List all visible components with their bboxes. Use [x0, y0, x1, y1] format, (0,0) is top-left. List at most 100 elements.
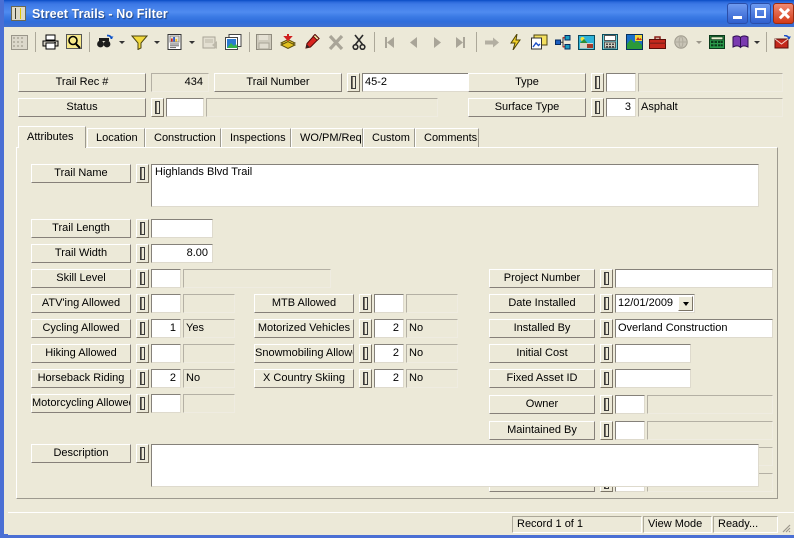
image-icon[interactable]: [576, 31, 598, 53]
hiking-allowed-lookup-button[interactable]: [136, 344, 149, 363]
snowmobiling-allowed-lookup-button[interactable]: [359, 344, 372, 363]
cut-icon[interactable]: [348, 31, 370, 53]
trail-name-lookup-button[interactable]: [136, 164, 149, 183]
find-icon[interactable]: [94, 31, 116, 53]
filter-icon[interactable]: [129, 31, 151, 53]
previous-record-icon[interactable]: [403, 31, 425, 53]
owner-code-input[interactable]: [615, 395, 645, 414]
duplicate-icon[interactable]: [223, 31, 245, 53]
snowmobiling-allowed-code-input[interactable]: 2: [374, 344, 404, 363]
map-icon[interactable]: [528, 31, 550, 53]
skill-level-code-input[interactable]: [151, 269, 181, 288]
maximize-button[interactable]: [750, 3, 771, 24]
search-dropdown-arrow[interactable]: [693, 31, 703, 53]
atving-allowed-code-input[interactable]: [151, 294, 181, 313]
trail-name-input[interactable]: Highlands Blvd Trail: [151, 164, 759, 207]
type-lookup-button[interactable]: [591, 73, 604, 92]
fixed-asset-id-input[interactable]: [615, 369, 691, 388]
horseback-riding-code-input[interactable]: 2: [151, 369, 181, 388]
print-icon[interactable]: [40, 31, 62, 53]
project-number-input[interactable]: [615, 269, 773, 288]
initial-cost-lookup-button[interactable]: [600, 344, 613, 363]
gis-icon[interactable]: [623, 31, 645, 53]
first-record-icon[interactable]: [379, 31, 401, 53]
trail-width-lookup-button[interactable]: [136, 244, 149, 263]
toolbox-icon[interactable]: [647, 31, 669, 53]
report-dropdown-arrow[interactable]: [187, 31, 197, 53]
export-icon[interactable]: [199, 31, 221, 53]
new-record-icon[interactable]: [277, 31, 299, 53]
installed-by-input[interactable]: Overland Construction: [615, 319, 773, 338]
maintained-by-code-input[interactable]: [615, 421, 645, 440]
trail-length-input[interactable]: [151, 219, 213, 238]
project-number-lookup-button[interactable]: [600, 269, 613, 288]
motorcycling-allowed-lookup-button[interactable]: [136, 394, 149, 413]
edit-icon[interactable]: [301, 31, 323, 53]
delete-icon[interactable]: [325, 31, 347, 53]
trail-number-input[interactable]: 45-2: [362, 73, 480, 92]
tab-comments[interactable]: Comments: [415, 128, 479, 148]
last-record-icon[interactable]: [450, 31, 472, 53]
mtb-allowed-lookup-button[interactable]: [359, 294, 372, 313]
print-preview-icon[interactable]: [63, 31, 85, 53]
mail-icon[interactable]: [771, 31, 793, 53]
tab-construction[interactable]: Construction: [145, 128, 221, 148]
minimize-button[interactable]: [727, 3, 748, 24]
description-lookup-button[interactable]: [136, 444, 149, 463]
report-icon[interactable]: [164, 31, 186, 53]
help-dropdown-arrow[interactable]: [752, 31, 762, 53]
save-icon[interactable]: [254, 31, 276, 53]
date-installed-input[interactable]: 12/01/2009: [615, 294, 695, 313]
maintained-by-lookup-button[interactable]: [600, 421, 613, 440]
atving-allowed-lookup-button[interactable]: [136, 294, 149, 313]
resize-grip[interactable]: [778, 520, 791, 533]
trail-length-lookup-button[interactable]: [136, 219, 149, 238]
surface-type-code-input[interactable]: 3: [606, 98, 636, 117]
help-book-icon[interactable]: [729, 31, 751, 53]
trail-number-lookup-button[interactable]: [347, 73, 360, 92]
goto-record-icon[interactable]: [481, 31, 503, 53]
tab-location[interactable]: Location: [87, 128, 145, 148]
mtb-allowed-code-input[interactable]: [374, 294, 404, 313]
motorized-vehicles-code-input[interactable]: 2: [374, 319, 404, 338]
search-globe-icon[interactable]: [671, 31, 693, 53]
trail-rec-row: Trail Rec # 434 Trail Number 45-2: [18, 73, 480, 92]
next-record-icon[interactable]: [427, 31, 449, 53]
title-bar[interactable]: Street Trails - No Filter: [4, 0, 794, 27]
trail-width-input[interactable]: 8.00: [151, 244, 213, 263]
hierarchy-icon[interactable]: [552, 31, 574, 53]
calculator-icon[interactable]: [706, 31, 728, 53]
close-button[interactable]: [773, 3, 794, 24]
date-installed-lookup-button[interactable]: [600, 294, 613, 313]
x-country-skiing-lookup-button[interactable]: [359, 369, 372, 388]
motorcycling-allowed-code-input[interactable]: [151, 394, 181, 413]
tab-attributes[interactable]: Attributes: [18, 126, 86, 148]
initial-cost-input[interactable]: [615, 344, 691, 363]
cycling-allowed-code-input[interactable]: 1: [151, 319, 181, 338]
cycling-allowed-lookup-button[interactable]: [136, 319, 149, 338]
motorized-vehicles-lookup-button[interactable]: [359, 319, 372, 338]
filter-dropdown-arrow[interactable]: [152, 31, 162, 53]
description-input[interactable]: [151, 444, 759, 487]
surface-type-lookup-button[interactable]: [591, 98, 604, 117]
owner-lookup-button[interactable]: [600, 395, 613, 414]
fixed-asset-id-label: Fixed Asset ID: [489, 369, 595, 388]
horseback-riding-lookup-button[interactable]: [136, 369, 149, 388]
grid-view-icon[interactable]: [9, 31, 31, 53]
tab-wo-pm-req[interactable]: WO/PM/Req: [291, 128, 363, 148]
fax-icon[interactable]: [599, 31, 621, 53]
type-code-input[interactable]: [606, 73, 636, 92]
chevron-down-icon[interactable]: [678, 296, 693, 311]
hiking-allowed-code-input[interactable]: [151, 344, 181, 363]
skill-level-lookup-button[interactable]: [136, 269, 149, 288]
tab-custom[interactable]: Custom: [363, 128, 415, 148]
quick-action-icon[interactable]: [505, 31, 527, 53]
installed-by-lookup-button[interactable]: [600, 319, 613, 338]
installed-by-label: Installed By: [489, 319, 595, 338]
status-code-input[interactable]: [166, 98, 204, 117]
find-dropdown-arrow[interactable]: [117, 31, 127, 53]
x-country-skiing-code-input[interactable]: 2: [374, 369, 404, 388]
fixed-asset-id-lookup-button[interactable]: [600, 369, 613, 388]
status-lookup-button[interactable]: [151, 98, 164, 117]
tab-inspections[interactable]: Inspections: [221, 128, 291, 148]
